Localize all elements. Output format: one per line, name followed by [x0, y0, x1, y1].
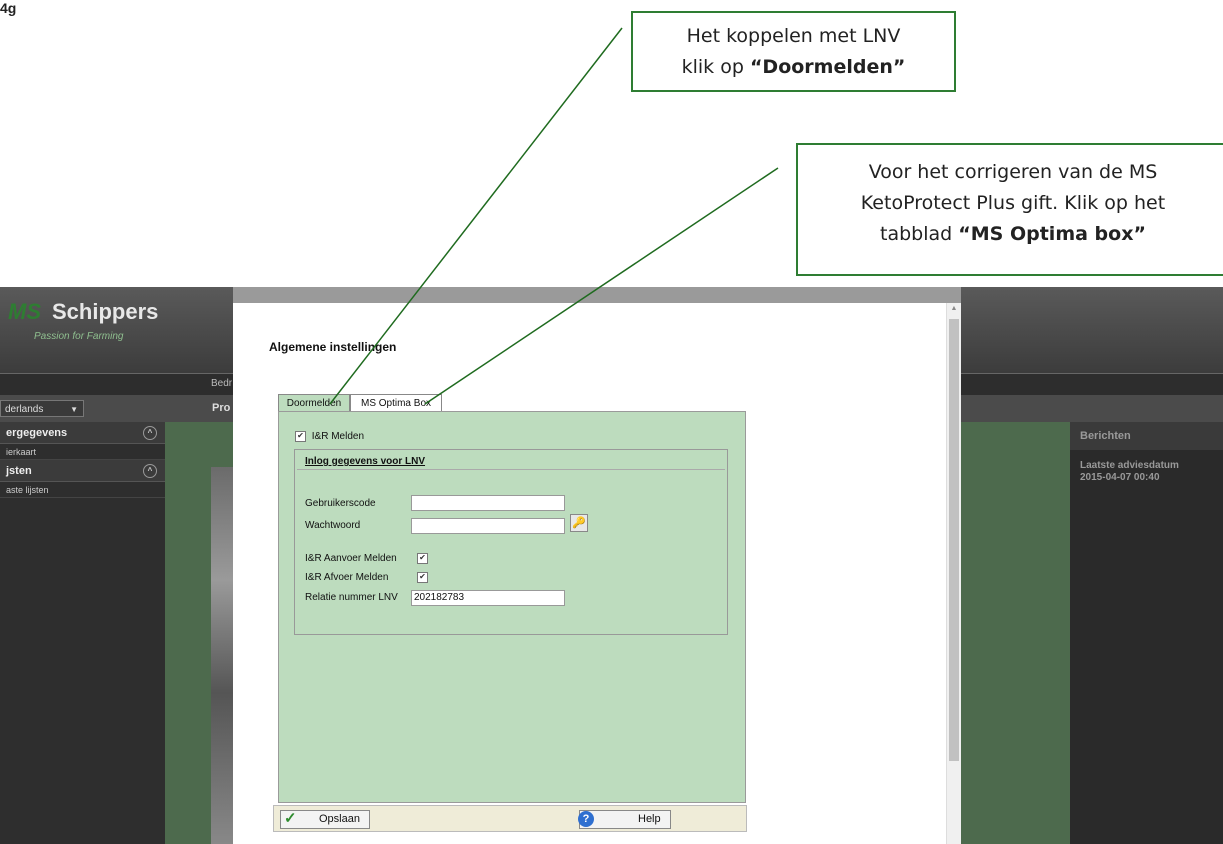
nav-item-bedrijf[interactable]: Bedr [211, 378, 232, 389]
fieldset-legend: Inlog gegevens voor LNV [305, 456, 426, 467]
corner-mark: 4g [0, 0, 17, 16]
last-advice-info: Laatste adviesdatum 2015-04-07 00:40 [1080, 460, 1220, 484]
last-advice-date: 2015-04-07 00:40 [1080, 472, 1160, 483]
save-button[interactable]: ✓ Opslaan [280, 810, 370, 829]
program-label: Pro [212, 402, 231, 414]
logo-name: Schippers [52, 299, 159, 324]
left-panel: ergegevens ^ ierkaart jsten ^ aste lijst… [0, 422, 165, 844]
callout-line: KetoProtect Plus gift. Klik op het [860, 192, 1166, 214]
dialog-button-bar: ✓ Opslaan ? Help [273, 805, 747, 832]
callout-emphasis: “MS Optima box” [958, 223, 1146, 245]
callout-emphasis: “Doormelden” [749, 56, 906, 78]
callout-optima-box: Voor het corrigeren van de MS KetoProtec… [796, 143, 1223, 276]
checkmark-icon: ✓ [284, 810, 297, 827]
doormelden-panel: ✔ I&R Melden Inlog gegevens voor LNV Geb… [278, 411, 746, 803]
collapse-icon[interactable]: ^ [143, 464, 157, 478]
logo-ms: MS [8, 299, 41, 324]
right-panel: Berichten Laatste adviesdatum 2015-04-07… [1070, 422, 1223, 844]
ir-melden-label: I&R Melden [311, 431, 365, 443]
callout-line: tabblad “MS Optima box” [798, 219, 1223, 250]
dialog-title: Algemene instellingen [269, 340, 397, 354]
scroll-up-icon[interactable]: ▲ [947, 305, 961, 312]
relatie-input[interactable]: 202182783 [411, 590, 565, 606]
left-section-label: ergegevens [6, 427, 68, 439]
last-advice-label: Laatste adviesdatum [1080, 460, 1179, 471]
save-label: Opslaan [319, 813, 360, 825]
afvoer-label: I&R Afvoer Melden [305, 572, 389, 583]
aanvoer-checkbox[interactable]: ✔ [417, 553, 428, 564]
afvoer-checkbox[interactable]: ✔ [417, 572, 428, 583]
gebruikerscode-label: Gebruikerscode [305, 498, 376, 509]
language-select[interactable]: derlands ▼ [0, 400, 84, 417]
wachtwoord-label: Wachtwoord [305, 520, 361, 531]
left-item-vaste-lijsten[interactable]: aste lijsten [0, 483, 165, 498]
fieldset-divider [297, 469, 725, 470]
chevron-down-icon: ▼ [70, 405, 78, 414]
settings-dialog: Algemene instellingen Doormelden MS Opti… [233, 303, 961, 844]
left-section-diergegevens[interactable]: ergegevens ^ [0, 422, 165, 444]
callout-doormelden: Het koppelen met LNV klik op “Doormelden… [631, 11, 956, 92]
key-icon: 🔑 [572, 517, 586, 529]
help-button[interactable]: ? Help [578, 810, 671, 829]
messages-header[interactable]: Berichten [1070, 422, 1223, 450]
tab-ms-optima-box[interactable]: MS Optima Box [350, 394, 442, 411]
scroll-thumb[interactable] [949, 319, 959, 761]
aanvoer-label: I&R Aanvoer Melden [305, 553, 397, 564]
password-key-button[interactable]: 🔑 [570, 514, 588, 532]
logo-tagline: Passion for Farming [34, 331, 124, 342]
modal-titlebar [233, 287, 961, 303]
language-value: derlands [5, 404, 44, 415]
dialog-scrollbar[interactable]: ▲ [946, 303, 961, 844]
help-icon: ? [578, 811, 594, 827]
callout-text: tabblad [880, 223, 959, 245]
background-photo [211, 467, 233, 844]
relatie-label: Relatie nummer LNV [305, 592, 398, 603]
left-item-dierkaart[interactable]: ierkaart [0, 445, 165, 460]
left-section-label: jsten [6, 465, 32, 477]
gebruikerscode-input[interactable] [411, 495, 565, 511]
lnv-login-fieldset: Inlog gegevens voor LNV Gebruikerscode W… [294, 449, 728, 635]
ir-melden-checkbox[interactable]: ✔ [295, 431, 306, 442]
tab-doormelden[interactable]: Doormelden [278, 394, 350, 412]
ir-melden-row: ✔ I&R Melden [295, 431, 364, 442]
left-section-lijsten[interactable]: jsten ^ [0, 460, 165, 482]
help-label: Help [638, 813, 661, 825]
callout-line: klik op “Doormelden” [633, 52, 954, 83]
callout-text: klik op [681, 56, 750, 78]
callout-line: Voor het corrigeren van de MS [868, 161, 1158, 183]
wachtwoord-input[interactable] [411, 518, 565, 534]
collapse-icon[interactable]: ^ [143, 426, 157, 440]
callout-line: Het koppelen met LNV [686, 25, 901, 47]
